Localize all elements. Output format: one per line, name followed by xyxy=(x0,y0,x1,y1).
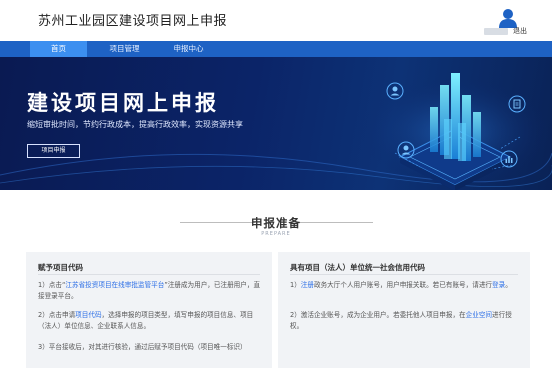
enterprise-space-link[interactable]: 企业空间 xyxy=(466,311,492,319)
logout-link[interactable]: 退出 xyxy=(513,26,527,36)
platform-link[interactable]: 江苏省投资项目在线审批监管平台 xyxy=(65,281,164,289)
project-declare-button[interactable]: 项目申报 xyxy=(27,144,80,158)
step-text: 1）点击“ xyxy=(38,281,66,289)
step-1-text: 1）注册政务大厅个人用户账号，用户申报关联。若已有账号，请进行登录。 xyxy=(290,280,520,291)
top-header: 苏州工业园区建设项目网上申报 退出 xyxy=(0,0,552,41)
step-1-text: 1）点击“江苏省投资项目在线审批监管平台”注册成为用户，已注册用户，直接登录平台… xyxy=(38,280,264,302)
person-circle-icon xyxy=(386,82,404,100)
nav-item-home[interactable]: 首页 xyxy=(30,41,87,57)
login-link[interactable]: 登录 xyxy=(492,281,505,289)
panel-divider xyxy=(290,274,518,275)
user-box: 退出 xyxy=(480,4,550,38)
username-masked xyxy=(484,28,508,35)
step-text: 2）激活企业账号，成为企业用户。若委托他人项目申报，在 xyxy=(290,311,466,319)
register-link[interactable]: 注册 xyxy=(301,281,314,289)
step-2-text: 2）激活企业账号，成为企业用户。若委托他人项目申报，在企业空间进行授权。 xyxy=(290,310,520,332)
step-3-text: 3）平台接收后，对其进行核验，通过后赋予项目代码（项目唯一标识） xyxy=(38,343,247,351)
section-subtitle: PREPARE xyxy=(261,231,291,237)
hero-subtitle: 缩短审批时间，节约行政成本，提高行政效率，实现资源共享 xyxy=(27,120,243,129)
site-title: 苏州工业园区建设项目网上申报 xyxy=(38,14,228,29)
chart-circle-icon xyxy=(500,150,518,168)
person-circle-icon xyxy=(397,141,415,159)
panel-unified-credit-code: 具有项目（法人）单位统一社会信用代码 1）注册政务大厅个人用户账号，用户申报关联… xyxy=(278,252,530,368)
section-title: 申报准备 xyxy=(251,216,301,230)
document-circle-icon xyxy=(508,95,526,113)
step-text: 。 xyxy=(505,281,512,289)
panel-title: 具有项目（法人）单位统一社会信用代码 xyxy=(290,263,425,272)
project-code-link[interactable]: 项目代码 xyxy=(75,311,101,319)
step-text: 2）点击申请 xyxy=(38,311,76,319)
prepare-section-heading: 申报准备 PREPARE xyxy=(0,208,552,244)
step-text: 1） xyxy=(290,281,301,289)
panel-assign-project-code: 赋予项目代码 1）点击“江苏省投资项目在线审批监管平台”注册成为用户，已注册用户… xyxy=(26,252,272,368)
main-nav: 首页 项目管理 申报中心 xyxy=(0,41,552,57)
hero-title: 建设项目网上申报 xyxy=(27,91,219,115)
step-text: 政务大厅个人用户账号，用户申报关联。若已有账号，请进行 xyxy=(313,281,493,289)
step-2-text: 2）点击申请项目代码，选择申报的项目类型，填写申报的项目信息、项目（法人）单位信… xyxy=(38,310,264,332)
nav-item-project-management[interactable]: 项目管理 xyxy=(96,41,153,57)
panel-divider xyxy=(38,274,260,275)
hero-banner: 建设项目网上申报 缩短审批时间，节约行政成本，提高行政效率，实现资源共享 项目申… xyxy=(0,57,552,190)
nav-item-declaration-center[interactable]: 申报中心 xyxy=(160,41,217,57)
panel-title: 赋予项目代码 xyxy=(38,263,83,272)
